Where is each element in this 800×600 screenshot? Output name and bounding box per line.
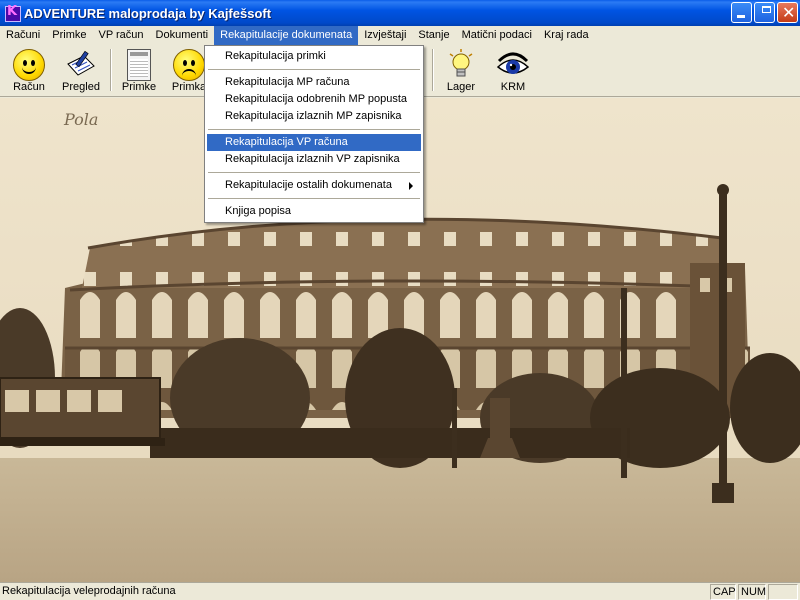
toolbar-primke-button[interactable]: Primke — [112, 47, 166, 95]
pen-paper-icon — [67, 50, 95, 76]
photo-caption: Pola — [63, 110, 98, 129]
menu-maticni-podaci[interactable]: Matični podaci — [456, 26, 538, 45]
menu-stanje[interactable]: Stanje — [412, 26, 455, 45]
dd-ostalih-label: Rekapitulacije ostalih dokumenata — [225, 179, 392, 191]
status-empty-cell — [768, 584, 798, 600]
dd-rekapitulacije-ostalih-dokumenata[interactable]: Rekapitulacije ostalih dokumenata — [207, 177, 421, 194]
status-bar: Rekapitulacija veleprodajnih računa CAP … — [0, 582, 800, 600]
toolbar-krm-label: KRM — [500, 81, 526, 93]
rekapitulacije-dropdown: Rekapitulacija primki Rekapitulacija MP … — [204, 45, 424, 223]
app-k-icon[interactable] — [4, 4, 21, 22]
maximize-button[interactable] — [754, 2, 775, 23]
toolbar-primke-label: Primke — [121, 81, 157, 93]
toolbar-lager-button[interactable]: Lager — [434, 47, 488, 95]
minimize-button[interactable] — [731, 2, 752, 23]
close-icon: ✕ — [782, 3, 796, 22]
lightbulb-icon — [449, 49, 473, 77]
dd-rekapitulacija-primki[interactable]: Rekapitulacija primki — [207, 48, 421, 65]
status-num: NUM — [738, 584, 766, 600]
submenu-arrow-icon — [409, 182, 413, 190]
minimize-icon — [737, 15, 745, 18]
menu-vp-racun[interactable]: VP račun — [92, 26, 149, 45]
dd-rekapitulacija-izlaznih-vp-zapisnika[interactable]: Rekapitulacija izlaznih VP zapisnika — [207, 151, 421, 168]
dd-separator — [208, 198, 420, 199]
dd-rekapitulacija-izlaznih-mp-zapisnika[interactable]: Rekapitulacija izlaznih MP zapisnika — [207, 108, 421, 125]
smiley-sad-icon — [173, 49, 205, 81]
menu-izvjestaji[interactable]: Izvještaji — [358, 26, 412, 45]
menu-primke[interactable]: Primke — [46, 26, 92, 45]
restore-icon — [762, 6, 771, 13]
menu-racuni[interactable]: Računi — [0, 26, 46, 45]
toolbar-lager-label: Lager — [446, 81, 476, 93]
close-button[interactable]: ✕ — [777, 2, 798, 23]
status-text: Rekapitulacija veleprodajnih računa — [2, 585, 176, 597]
menu-dokumenti[interactable]: Dokumenti — [150, 26, 215, 45]
dd-rekapitulacija-odobrenih-mp-popusta[interactable]: Rekapitulacija odobrenih MP popusta — [207, 91, 421, 108]
dd-rekapitulacija-vp-racuna[interactable]: Rekapitulacija VP računa — [207, 134, 421, 151]
window-title: ADVENTURE maloprodaja by Kajfešsoft — [24, 5, 272, 21]
dd-separator — [208, 172, 420, 173]
toolbar-pregled-label: Pregled — [62, 81, 100, 93]
document-icon — [127, 49, 151, 81]
toolbar-racun-label: Račun — [13, 81, 45, 93]
menu-rekapitulacije-dokumenata[interactable]: Rekapitulacije dokumenata — [214, 26, 359, 45]
dd-rekapitulacija-mp-racuna[interactable]: Rekapitulacija MP računa — [207, 74, 421, 91]
dd-separator — [208, 69, 420, 70]
menu-bar: Računi Primke VP račun Dokumenti Rekapit… — [0, 26, 800, 45]
smiley-happy-icon — [13, 49, 45, 81]
title-bar[interactable]: ADVENTURE maloprodaja by Kajfešsoft ✕ — [0, 0, 800, 26]
toolbar-krm-button[interactable]: KRM — [486, 47, 540, 95]
eye-icon — [496, 52, 530, 74]
menu-kraj-rada[interactable]: Kraj rada — [538, 26, 595, 45]
dd-knjiga-popisa[interactable]: Knjiga popisa — [207, 203, 421, 220]
status-cap: CAP — [710, 584, 736, 600]
toolbar-racun-button[interactable]: Račun — [2, 47, 56, 95]
toolbar-pregled-button[interactable]: Pregled — [54, 47, 108, 95]
dd-separator — [208, 129, 420, 130]
